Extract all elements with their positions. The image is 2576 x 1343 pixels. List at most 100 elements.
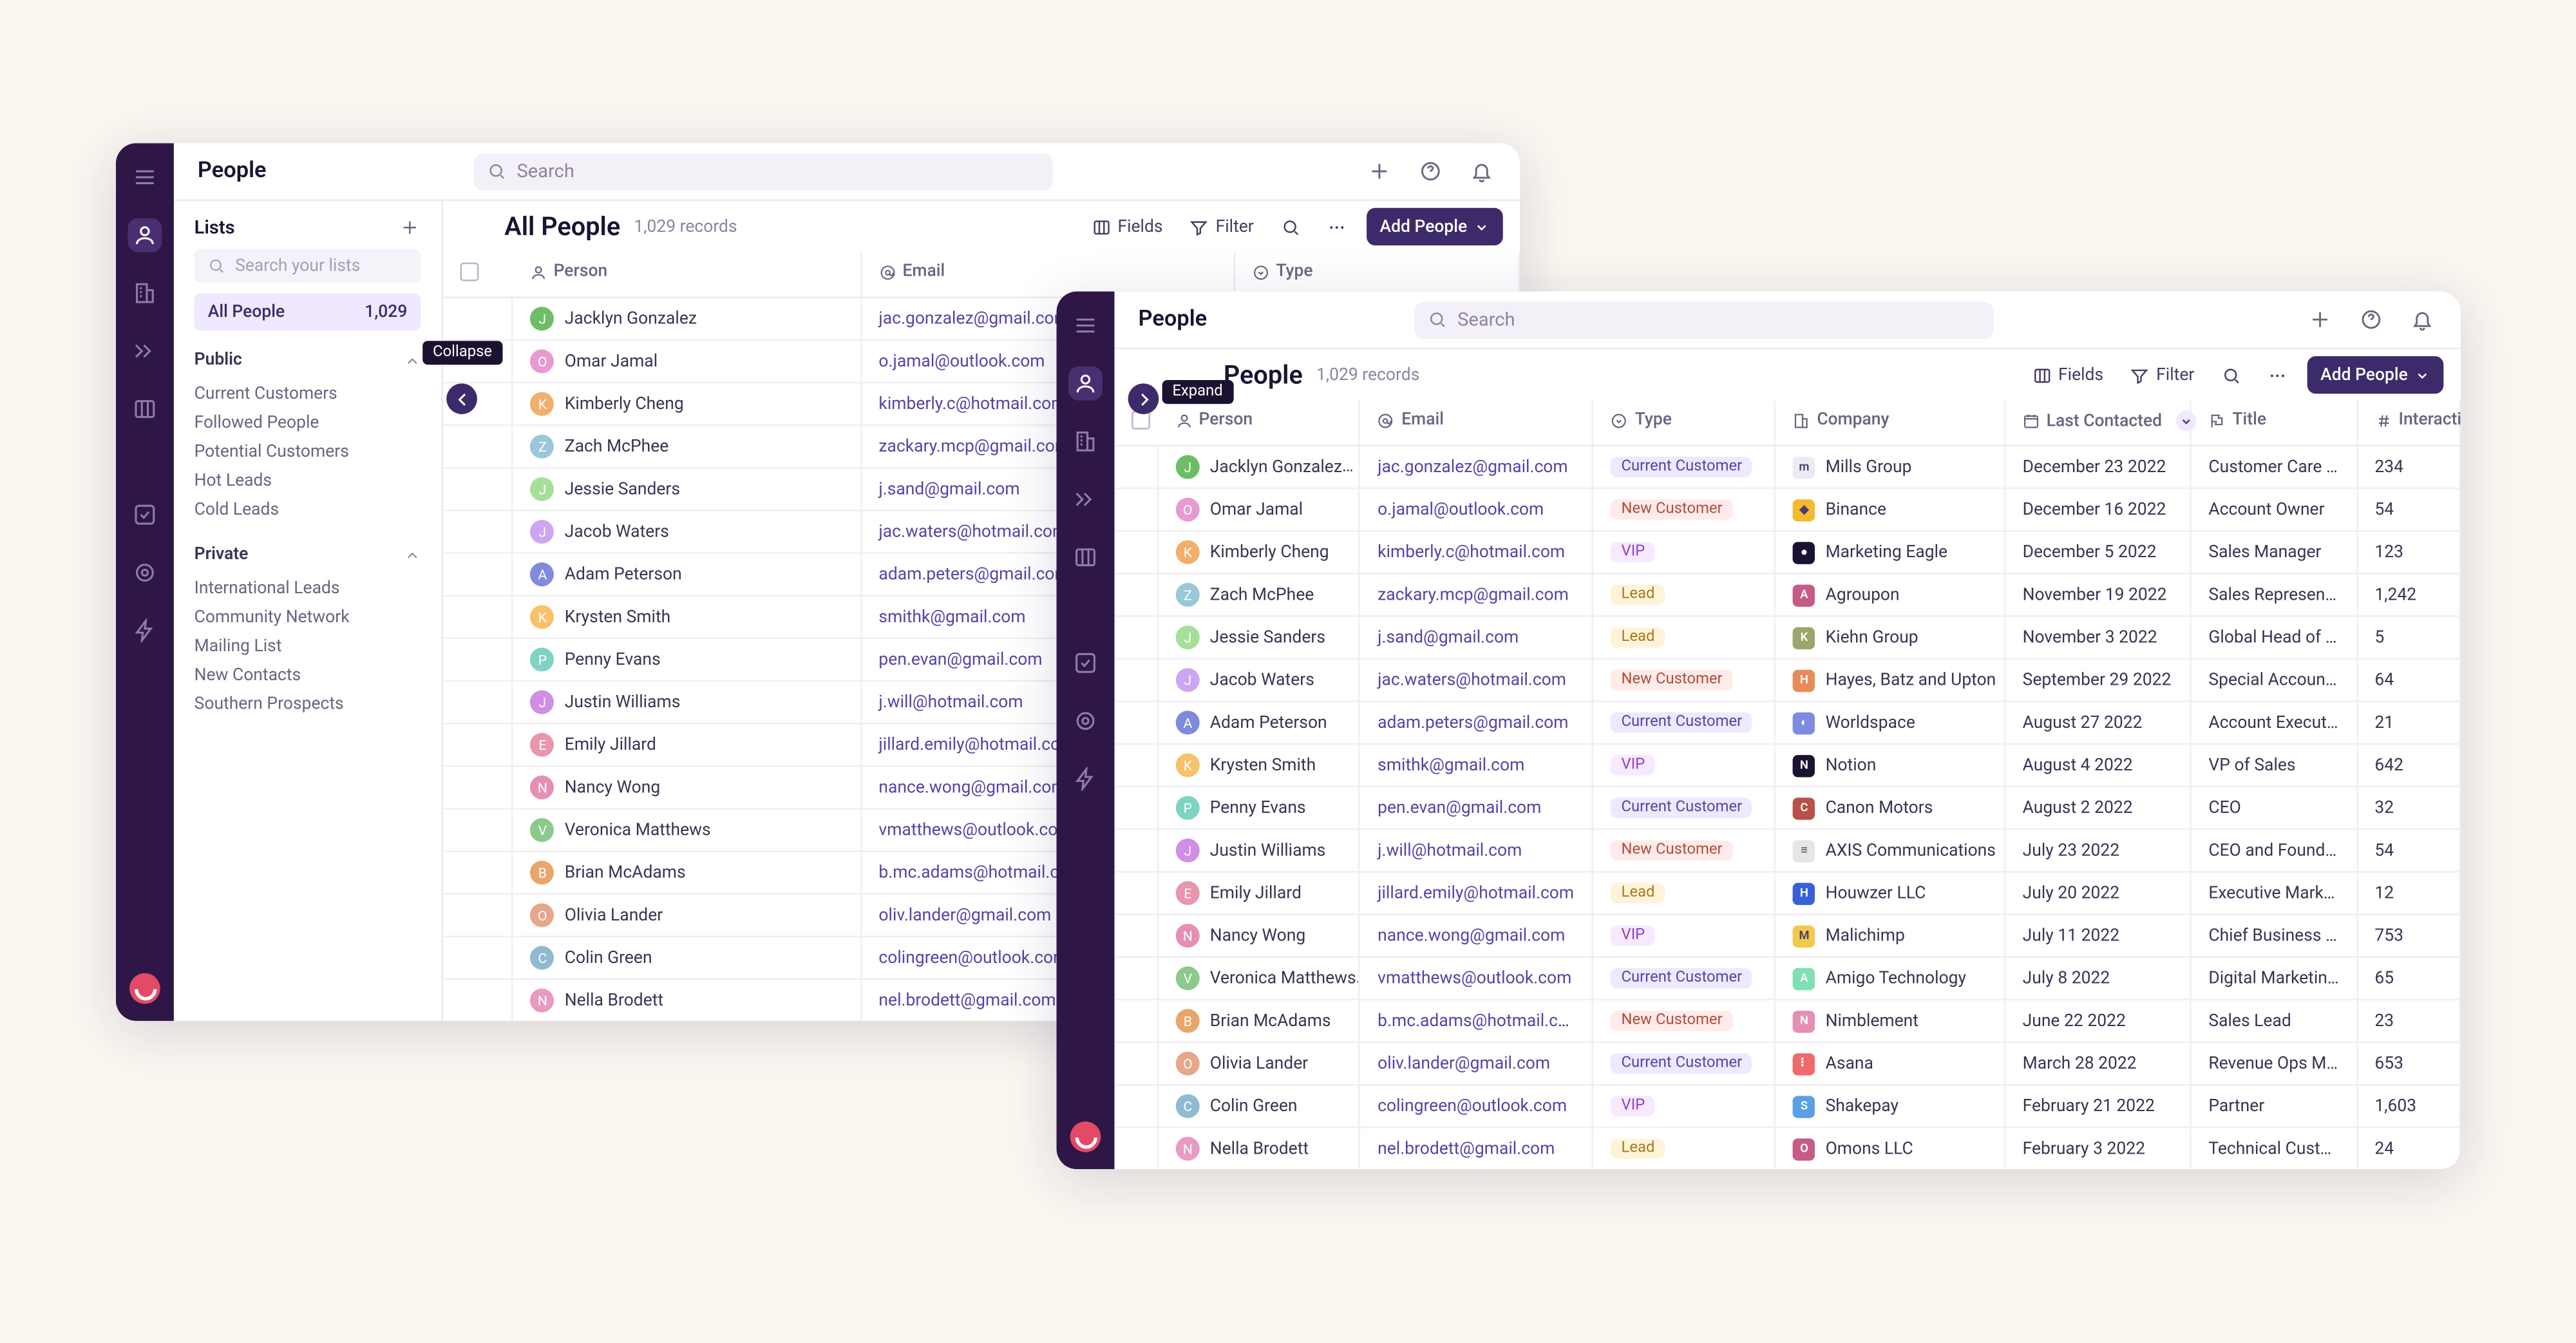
hamburger-icon[interactable] — [128, 160, 162, 195]
plus-icon[interactable] — [2304, 304, 2334, 335]
select-all-checkbox[interactable] — [460, 262, 478, 281]
expand-button[interactable] — [1128, 383, 1159, 414]
all-people-chip[interactable]: All People 1,029 — [194, 293, 421, 330]
email-link[interactable]: vmatthews@outlook.com — [878, 821, 1072, 839]
email-link[interactable]: oliv.lander@gmail.com — [878, 906, 1051, 924]
more-button[interactable] — [1320, 209, 1352, 243]
building-icon[interactable] — [1068, 424, 1103, 459]
email-link[interactable]: b.mc.adams@hotmail.com — [1378, 1011, 1582, 1030]
email-link[interactable]: smithk@gmail.com — [878, 607, 1025, 626]
fields-button[interactable]: Fields — [2026, 358, 2110, 392]
col-type[interactable]: Type — [1235, 252, 1519, 298]
pipeline-icon[interactable] — [128, 334, 162, 368]
new-list-icon[interactable] — [397, 214, 421, 238]
bolt-icon[interactable] — [1068, 762, 1103, 796]
table-row[interactable]: AAdam Peterson adam.peters@gmail.com Cur… — [1114, 701, 2459, 744]
list-item[interactable]: Community Network — [194, 604, 421, 633]
email-link[interactable]: nel.brodett@gmail.com — [1378, 1139, 1555, 1158]
email-link[interactable]: jillard.emily@hotmail.com — [1378, 884, 1574, 902]
email-link[interactable]: nance.wong@gmail.com — [1378, 926, 1565, 945]
private-section-header[interactable]: Private — [194, 546, 421, 564]
email-link[interactable]: adam.peters@gmail.com — [1378, 713, 1568, 732]
bell-icon[interactable] — [2406, 304, 2437, 335]
col-title[interactable]: Title — [2191, 401, 2357, 446]
email-link[interactable]: pen.evan@gmail.com — [878, 650, 1042, 669]
email-link[interactable]: smithk@gmail.com — [1378, 756, 1524, 775]
table-row[interactable]: PPenny Evans pen.evan@gmail.com Current … — [1114, 786, 2459, 829]
bell-icon[interactable] — [1466, 156, 1497, 187]
filter-button[interactable]: Filter — [2124, 358, 2201, 392]
col-company[interactable]: Company — [1776, 401, 2005, 446]
table-search-button[interactable] — [2215, 358, 2247, 392]
lists-search[interactable]: Search your lists — [194, 249, 421, 283]
list-item[interactable]: International Leads — [194, 575, 421, 604]
bolt-icon[interactable] — [128, 614, 162, 648]
table-row[interactable]: KKimberly Cheng kimberly.c@hotmail.com V… — [1114, 531, 2459, 573]
table-row[interactable]: JJustin Williams j.will@hotmail.com New … — [1114, 829, 2459, 872]
email-link[interactable]: oliv.lander@gmail.com — [1378, 1054, 1550, 1073]
col-person[interactable]: Person — [513, 252, 861, 298]
list-item[interactable]: Cold Leads — [194, 496, 421, 525]
table-row[interactable]: BBrian McAdams b.mc.adams@hotmail.com Ne… — [1114, 1000, 2459, 1042]
table-row[interactable]: OOlivia Lander oliv.lander@gmail.com Cur… — [1114, 1042, 2459, 1085]
email-link[interactable]: jac.waters@hotmail.com — [1378, 671, 1566, 689]
col-type[interactable]: Type — [1593, 401, 1776, 446]
check-icon[interactable] — [128, 498, 162, 532]
list-item[interactable]: Followed People — [194, 409, 421, 438]
global-search[interactable]: Search — [1415, 301, 1994, 338]
check-icon[interactable] — [1068, 646, 1103, 680]
list-item[interactable]: New Contacts — [194, 662, 421, 691]
email-link[interactable]: o.jamal@outlook.com — [1378, 500, 1544, 519]
email-link[interactable]: b.mc.adams@hotmail.com — [878, 863, 1083, 882]
email-link[interactable]: j.sand@gmail.com — [878, 480, 1019, 499]
person-icon[interactable] — [1068, 367, 1103, 401]
add-people-button[interactable]: Add People — [1366, 208, 1502, 245]
table-row[interactable]: CColin Green colingreen@outlook.com VIP … — [1114, 1085, 2459, 1127]
list-item[interactable]: Mailing List — [194, 633, 421, 662]
help-icon[interactable] — [2355, 304, 2386, 335]
table-row[interactable]: NNancy Wong nance.wong@gmail.com VIP MMa… — [1114, 915, 2459, 957]
list-item[interactable]: Current Customers — [194, 380, 421, 409]
board-icon[interactable] — [128, 392, 162, 426]
filter-button[interactable]: Filter — [1183, 209, 1260, 243]
collapse-button[interactable] — [446, 383, 477, 414]
hamburger-icon[interactable] — [1068, 309, 1103, 343]
table-row[interactable]: KKrysten Smith smithk@gmail.com VIP NNot… — [1114, 744, 2459, 786]
col-last-contacted[interactable]: Last Contacted — [2005, 401, 2191, 446]
plus-icon[interactable] — [1363, 156, 1394, 187]
email-link[interactable]: nel.brodett@gmail.com — [878, 991, 1056, 1010]
table-row[interactable]: VVeronica Matthews vmatthews@outlook.com… — [1114, 957, 2459, 1000]
email-link[interactable]: j.will@hotmail.com — [878, 693, 1023, 712]
help-icon[interactable] — [1414, 156, 1445, 187]
table-row[interactable]: JJacob Waters jac.waters@hotmail.com New… — [1114, 659, 2459, 701]
pipeline-icon[interactable] — [1068, 482, 1103, 517]
board-icon[interactable] — [1068, 540, 1103, 575]
table-row[interactable]: OOmar Jamal o.jamal@outlook.com New Cust… — [1114, 488, 2459, 531]
table-row[interactable]: JJessie Sanders j.sand@gmail.com Lead KK… — [1114, 616, 2459, 659]
table-row[interactable]: NNella Brodett nel.brodett@gmail.com Lea… — [1114, 1127, 2459, 1169]
email-link[interactable]: colingreen@outlook.com — [878, 948, 1068, 967]
table-row[interactable]: JJacklyn Gonzalez jac.gonzalez@gmail.com… — [1114, 446, 2459, 488]
email-link[interactable]: jac.waters@hotmail.com — [878, 522, 1067, 541]
list-item[interactable]: Potential Customers — [194, 438, 421, 467]
email-link[interactable]: adam.peters@gmail.com — [878, 565, 1069, 584]
more-button[interactable] — [2261, 358, 2293, 392]
col-person[interactable]: Person — [1158, 401, 1359, 446]
list-item[interactable]: Southern Prospects — [194, 691, 421, 719]
table-row[interactable]: EEmily Jillard jillard.emily@hotmail.com… — [1114, 872, 2459, 914]
col-email[interactable]: Email — [861, 252, 1235, 298]
col-email[interactable]: Email — [1359, 401, 1593, 446]
building-icon[interactable] — [128, 276, 162, 310]
public-section-header[interactable]: Public — [194, 351, 421, 370]
list-item[interactable]: Hot Leads — [194, 467, 421, 496]
email-link[interactable]: zackary.mcp@gmail.com — [1378, 586, 1569, 604]
email-link[interactable]: kimberly.c@hotmail.com — [878, 395, 1066, 414]
table-search-button[interactable] — [1274, 209, 1307, 243]
email-link[interactable]: zackary.mcp@gmail.com — [878, 437, 1070, 456]
email-link[interactable]: vmatthews@outlook.com — [1378, 969, 1571, 987]
email-link[interactable]: j.will@hotmail.com — [1378, 841, 1522, 860]
email-link[interactable]: o.jamal@outlook.com — [878, 352, 1045, 370]
table-row[interactable]: ZZach McPhee zackary.mcp@gmail.com Lead … — [1114, 573, 2459, 616]
col-interaction[interactable]: Interaction — [2357, 401, 2460, 446]
email-link[interactable]: jac.gonzalez@gmail.com — [878, 309, 1068, 328]
